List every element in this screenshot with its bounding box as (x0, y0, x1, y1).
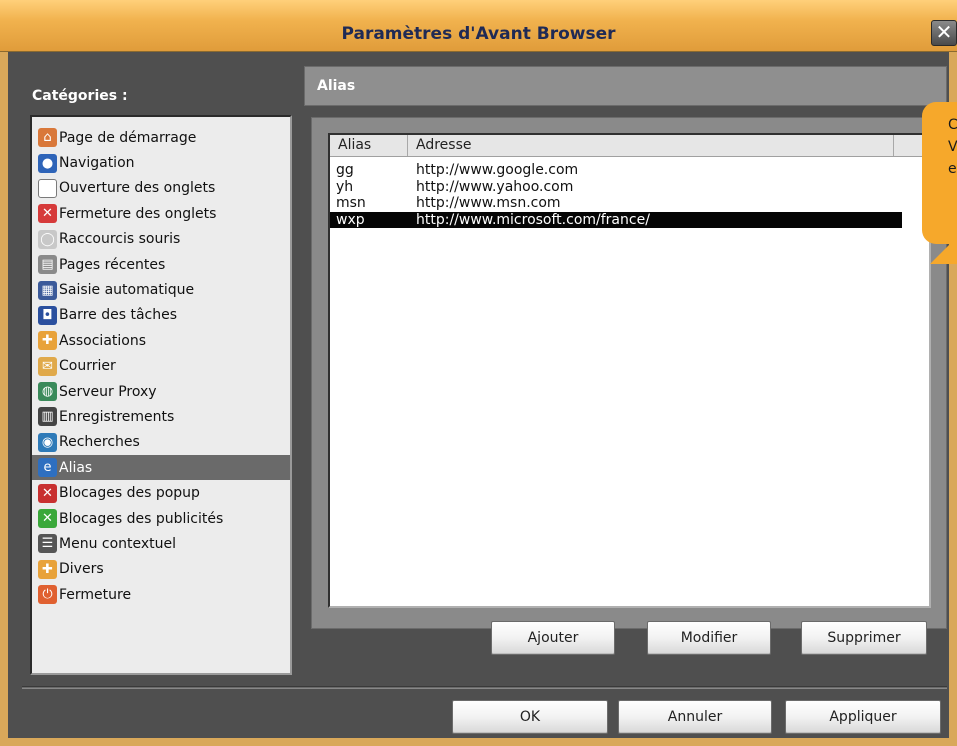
row-address: http://www.msn.com (416, 195, 561, 211)
category-item-barre-des-taches[interactable]: ◘ Barre des tâches (32, 303, 290, 328)
category-item-ouverture-des-onglets[interactable]: Ouverture des onglets (32, 176, 290, 201)
ie-icon: e (38, 458, 57, 478)
category-item-fermeture[interactable]: ⏻ Fermeture (32, 582, 290, 607)
apply-button[interactable]: Appliquer (785, 700, 941, 734)
context-menu-icon: ☰ (38, 534, 57, 554)
category-label: Page de démarrage (59, 129, 197, 146)
home-icon: ⌂ (38, 128, 57, 148)
callout-line: e (948, 161, 957, 177)
ok-button[interactable]: OK (452, 700, 608, 734)
globe-icon: ● (38, 153, 57, 173)
taskbar-icon: ◘ (38, 305, 57, 325)
category-item-pages-recentes[interactable]: ▤ Pages récentes (32, 252, 290, 277)
column-header-address[interactable]: Adresse (408, 135, 894, 156)
category-label: Blocages des publicités (59, 510, 224, 527)
help-callout: C V e (922, 102, 957, 244)
associations-icon: ✚ (38, 331, 57, 351)
footer-separator (22, 686, 947, 689)
category-item-enregistrements[interactable]: ▥ Enregistrements (32, 404, 290, 429)
alias-list[interactable]: Alias Adresse gg http://www.google.com yh… (328, 133, 931, 608)
callout-tail (930, 236, 957, 264)
popup-block-icon: ✕ (38, 483, 57, 503)
category-label: Alias (59, 459, 93, 476)
category-item-alias[interactable]: e Alias (32, 455, 290, 481)
pane-title: Alias (317, 78, 356, 94)
autofill-icon: ▦ (38, 280, 57, 300)
category-item-fermeture-des-onglets[interactable]: ✕ Fermeture des onglets (32, 201, 290, 226)
category-label: Pages récentes (59, 256, 166, 273)
row-address: http://www.microsoft.com/france/ (416, 211, 650, 228)
cancel-button[interactable]: Annuler (618, 700, 772, 734)
category-label: Barre des tâches (59, 307, 177, 324)
new-tab-icon (38, 178, 57, 198)
list-row[interactable]: msn http://www.msn.com (330, 195, 929, 212)
power-icon: ⏻ (38, 585, 57, 605)
category-label: Associations (59, 332, 147, 349)
delete-button[interactable]: Supprimer (801, 621, 927, 655)
mouse-icon: ◯ (38, 229, 57, 249)
category-label: Ouverture des onglets (59, 180, 216, 197)
misc-icon: ✚ (38, 559, 57, 579)
row-alias: yh (336, 178, 354, 195)
close-tab-icon: ✕ (38, 204, 57, 224)
category-label: Menu contextuel (59, 535, 177, 552)
category-item-page-de-demarrage[interactable]: ⌂ Page de démarrage (32, 125, 290, 150)
proxy-icon: ◍ (38, 382, 57, 402)
trash-icon: ▥ (38, 407, 57, 427)
category-label: Saisie automatique (59, 282, 195, 299)
category-label: Divers (59, 561, 104, 578)
list-row[interactable]: gg http://www.google.com (330, 162, 929, 179)
category-item-serveur-proxy[interactable]: ◍ Serveur Proxy (32, 379, 290, 404)
list-rows: gg http://www.google.com yh http://www.yah… (330, 162, 929, 228)
category-item-recherches[interactable]: ◉ Recherches (32, 430, 290, 455)
search-globe-icon: ◉ (38, 432, 57, 452)
categories-list: ⌂ Page de démarrage ● Navigation Ouverture… (32, 125, 290, 607)
category-label: Fermeture (59, 586, 132, 603)
callout-line: C (948, 117, 957, 133)
category-item-blocages-des-popup[interactable]: ✕ Blocages des popup (32, 480, 290, 505)
category-item-blocages-des-publicites[interactable]: ✕ Blocages des publicités (32, 506, 290, 531)
category-label: Navigation (59, 155, 135, 172)
category-label: Fermeture des onglets (59, 205, 217, 222)
callout-line: V (948, 139, 957, 155)
ad-block-icon: ✕ (38, 509, 57, 529)
category-item-associations[interactable]: ✚ Associations (32, 328, 290, 353)
category-label: Courrier (59, 358, 116, 375)
row-alias: gg (336, 162, 354, 178)
row-address: http://www.google.com (416, 162, 579, 178)
row-alias: msn (336, 195, 366, 211)
category-item-courrier[interactable]: ✉ Courrier (32, 354, 290, 379)
category-item-navigation[interactable]: ● Navigation (32, 150, 290, 175)
add-button[interactable]: Ajouter (491, 621, 615, 655)
categories-panel: ⌂ Page de démarrage ● Navigation Ouverture… (30, 115, 292, 675)
close-button[interactable]: ✕ (931, 20, 957, 46)
pane-header: Alias (304, 66, 947, 106)
list-row[interactable]: yh http://www.yahoo.com (330, 179, 929, 196)
dialog-title: Paramètres d'Avant Browser (341, 24, 616, 44)
edit-button[interactable]: Modifier (647, 621, 771, 655)
category-label: Raccourcis souris (59, 231, 181, 248)
categories-heading: Catégories : (32, 88, 128, 104)
mail-icon: ✉ (38, 356, 57, 376)
category-label: Recherches (59, 434, 140, 451)
category-item-saisie-automatique[interactable]: ▦ Saisie automatique (32, 277, 290, 302)
category-label: Enregistrements (59, 408, 175, 425)
title-bar[interactable]: Paramètres d'Avant Browser ✕ (0, 0, 957, 52)
category-item-divers[interactable]: ✚ Divers (32, 557, 290, 582)
list-row-selected[interactable]: wxp http://www.microsoft.com/france/ (330, 211, 902, 228)
category-label: Serveur Proxy (59, 383, 157, 400)
row-alias: wxp (336, 211, 365, 228)
category-item-menu-contextuel[interactable]: ☰ Menu contextuel (32, 531, 290, 556)
recent-pages-icon: ▤ (38, 255, 57, 275)
category-item-raccourcis-souris[interactable]: ◯ Raccourcis souris (32, 227, 290, 252)
column-header-alias[interactable]: Alias (330, 135, 408, 156)
list-header: Alias Adresse (330, 135, 929, 157)
category-label: Blocages des popup (59, 485, 200, 502)
row-address: http://www.yahoo.com (416, 178, 574, 195)
